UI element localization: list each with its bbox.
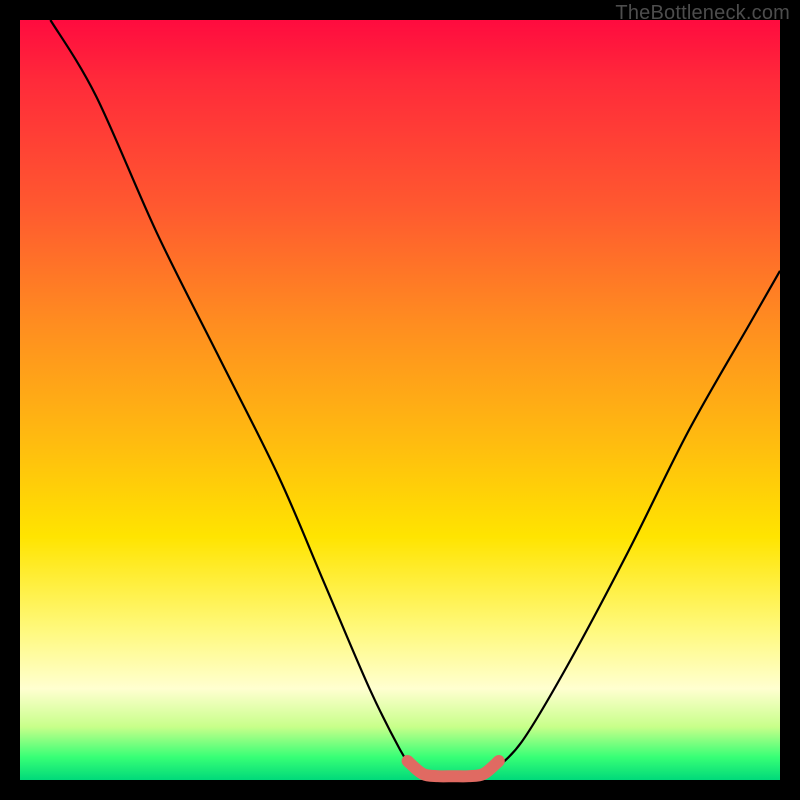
curve-right <box>491 271 780 773</box>
curve-left <box>50 20 415 772</box>
valley-red-band <box>408 761 499 776</box>
chart-frame: TheBottleneck.com <box>0 0 800 800</box>
chart-svg <box>20 20 780 780</box>
plot-area <box>20 20 780 780</box>
